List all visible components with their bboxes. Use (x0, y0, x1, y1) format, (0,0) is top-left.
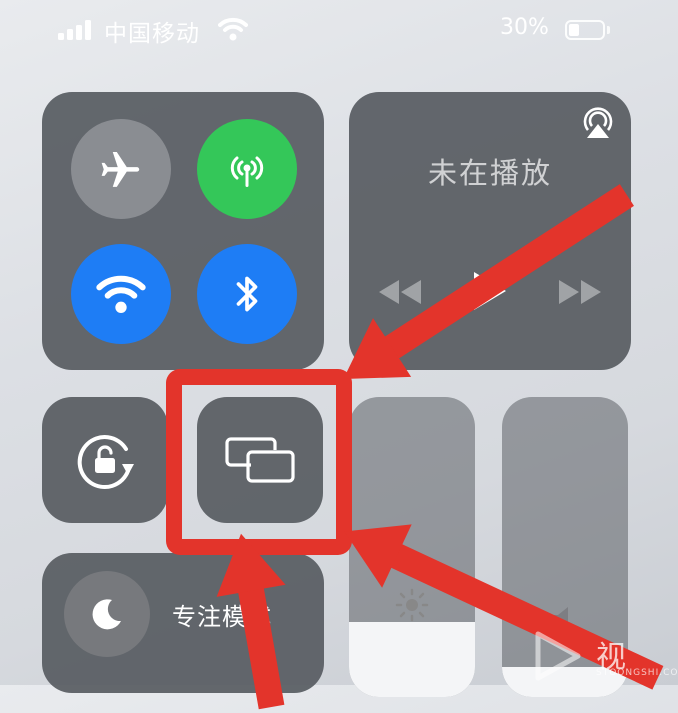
carrier-name: 中国移动 (104, 21, 200, 47)
connectivity-panel (42, 92, 324, 370)
watermark-logo-icon (535, 631, 581, 681)
cellular-data-toggle[interactable] (197, 119, 297, 219)
battery-cap (607, 26, 610, 34)
brightness-fill (349, 622, 475, 697)
rewind-icon[interactable] (377, 278, 423, 306)
brightness-sun-icon (395, 588, 429, 622)
bluetooth-toggle[interactable] (197, 244, 297, 344)
cellular-antenna-icon (230, 156, 264, 187)
bluetooth-icon (236, 276, 258, 312)
orientation-lock-icon (77, 435, 134, 489)
orientation-lock-button[interactable] (42, 397, 168, 523)
airplay-icon[interactable] (579, 106, 617, 142)
airplane-mode-toggle[interactable] (71, 119, 171, 219)
now-playing-title: 未在播放 (427, 156, 552, 190)
status-bar: 中国移动 30% (0, 0, 678, 62)
battery-icon (565, 20, 605, 40)
fast-forward-icon[interactable] (557, 278, 603, 306)
wifi-toggle[interactable] (71, 244, 171, 344)
moon-icon (92, 599, 121, 630)
wifi-status-icon (218, 17, 248, 41)
highlight-box-annotation (166, 369, 352, 555)
airplane-icon (101, 151, 140, 187)
wifi-icon (96, 275, 146, 313)
signal-strength-icon (58, 20, 94, 40)
watermark-url: STOONGSHI.COM (596, 668, 678, 678)
focus-moon-circle (64, 571, 150, 657)
battery-percentage: 30% (500, 15, 549, 40)
